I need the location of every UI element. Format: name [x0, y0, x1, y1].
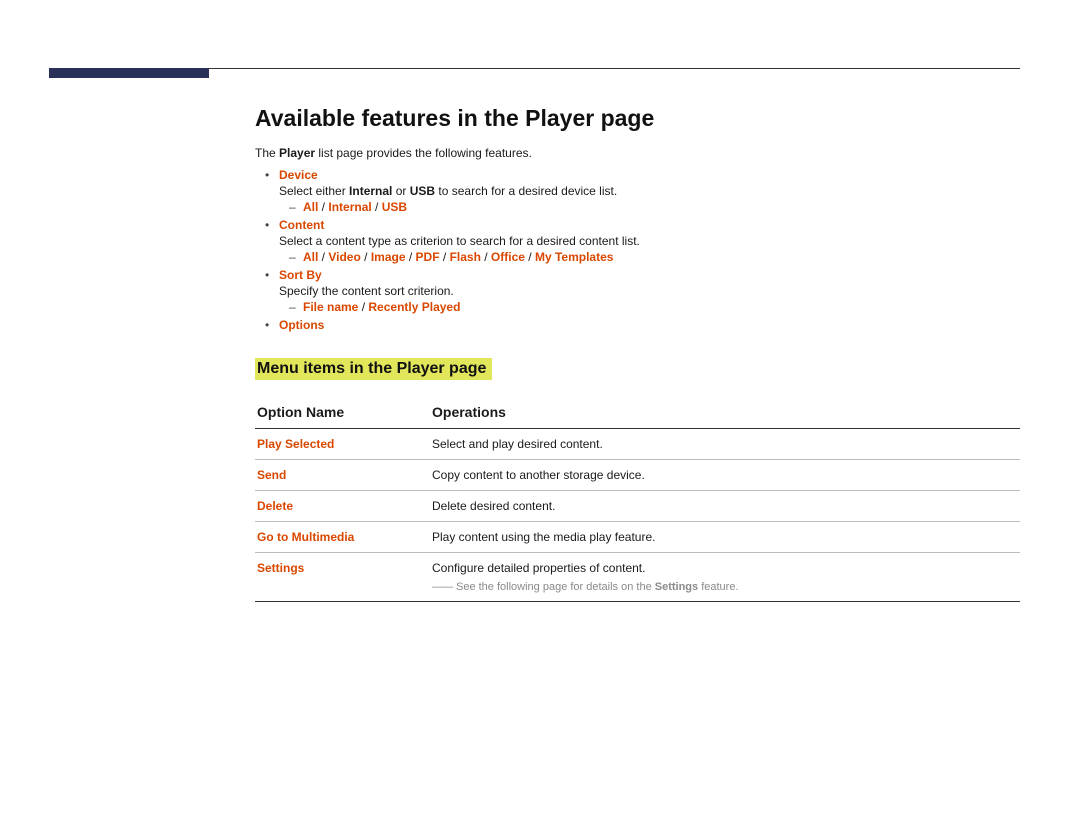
intro-bold: Player	[279, 146, 315, 160]
feature-sortby: Sort By Specify the content sort criteri…	[255, 268, 1020, 314]
opt-operation: Play content using the media play featur…	[430, 522, 1020, 553]
sep: /	[318, 200, 328, 214]
opt-operation: Select and play desired content.	[430, 429, 1020, 460]
opt: Video	[328, 250, 360, 264]
feature-title: Options	[279, 318, 1020, 332]
sub-option-row: All / Internal / USB	[279, 200, 1020, 214]
opt-operation: Configure detailed properties of content…	[430, 553, 1020, 602]
page-title: Available features in the Player page	[255, 105, 1020, 132]
note-dash-icon: ――	[432, 581, 452, 593]
sep: /	[318, 250, 328, 264]
table-row: Delete Delete desired content.	[255, 491, 1020, 522]
text: Configure detailed properties of content…	[432, 561, 645, 575]
opt: USB	[382, 200, 407, 214]
table-row: Play Selected Select and play desired co…	[255, 429, 1020, 460]
sub-options-line: All / Internal / USB	[303, 200, 407, 214]
feature-title: Sort By	[279, 268, 1020, 282]
feature-list: Device Select either Internal or USB to …	[255, 168, 1020, 332]
intro-post: list page provides the following feature…	[315, 146, 532, 160]
col-option-name: Option Name	[255, 398, 430, 429]
bold-usb: USB	[410, 184, 435, 198]
sep: /	[525, 250, 535, 264]
opt: All	[303, 200, 318, 214]
sep: /	[372, 200, 382, 214]
opt-operation: Delete desired content.	[430, 491, 1020, 522]
section-subheading: Menu items in the Player page	[255, 358, 492, 380]
opt: All	[303, 250, 318, 264]
opt-name: Go to Multimedia	[255, 522, 430, 553]
sub-options: All / Video / Image / PDF / Flash / Offi…	[279, 250, 1020, 264]
settings-note: ―― See the following page for details on …	[432, 581, 1016, 593]
text: feature.	[698, 581, 738, 593]
feature-title: Content	[279, 218, 1020, 232]
bold-internal: Internal	[349, 184, 392, 198]
sep: /	[361, 250, 371, 264]
opt: Office	[491, 250, 525, 264]
opt: PDF	[416, 250, 440, 264]
header-accent-bar	[49, 68, 209, 78]
table-row: Settings Configure detailed properties o…	[255, 553, 1020, 602]
sub-options: All / Internal / USB	[279, 200, 1020, 214]
sep: /	[358, 300, 368, 314]
options-table: Option Name Operations Play Selected Sel…	[255, 398, 1020, 602]
opt: File name	[303, 300, 358, 314]
sep: /	[406, 250, 416, 264]
feature-desc: Select a content type as criterion to se…	[279, 234, 1020, 248]
main-content: Available features in the Player page Th…	[255, 69, 1020, 602]
table-header-row: Option Name Operations	[255, 398, 1020, 429]
feature-device: Device Select either Internal or USB to …	[255, 168, 1020, 214]
text: See the following page for details on th…	[456, 581, 655, 593]
opt: Internal	[328, 200, 371, 214]
sep: /	[440, 250, 450, 264]
table-row: Go to Multimedia Play content using the …	[255, 522, 1020, 553]
bold-settings: Settings	[655, 581, 698, 593]
col-operations: Operations	[430, 398, 1020, 429]
feature-desc: Specify the content sort criterion.	[279, 284, 1020, 298]
opt: My Templates	[535, 250, 613, 264]
page-top-rule	[50, 68, 1020, 69]
text: or	[392, 184, 409, 198]
feature-content: Content Select a content type as criteri…	[255, 218, 1020, 264]
opt: Image	[371, 250, 406, 264]
table-row: Send Copy content to another storage dev…	[255, 460, 1020, 491]
sep: /	[481, 250, 491, 264]
feature-title: Device	[279, 168, 1020, 182]
sub-options: File name / Recently Played	[279, 300, 1020, 314]
opt: Flash	[450, 250, 481, 264]
sub-options-line: All / Video / Image / PDF / Flash / Offi…	[303, 250, 613, 264]
sub-option-row: File name / Recently Played	[279, 300, 1020, 314]
intro-pre: The	[255, 146, 279, 160]
opt-name: Settings	[255, 553, 430, 602]
opt: Recently Played	[368, 300, 460, 314]
intro-text: The Player list page provides the follow…	[255, 146, 1020, 160]
opt-name: Play Selected	[255, 429, 430, 460]
opt-operation: Copy content to another storage device.	[430, 460, 1020, 491]
feature-desc: Select either Internal or USB to search …	[279, 184, 1020, 198]
opt-name: Delete	[255, 491, 430, 522]
document-page: Available features in the Player page Th…	[0, 68, 1080, 602]
sub-options-line: File name / Recently Played	[303, 300, 460, 314]
sub-option-row: All / Video / Image / PDF / Flash / Offi…	[279, 250, 1020, 264]
text: Select either	[279, 184, 349, 198]
opt-name: Send	[255, 460, 430, 491]
feature-options: Options	[255, 318, 1020, 332]
text: to search for a desired device list.	[435, 184, 617, 198]
